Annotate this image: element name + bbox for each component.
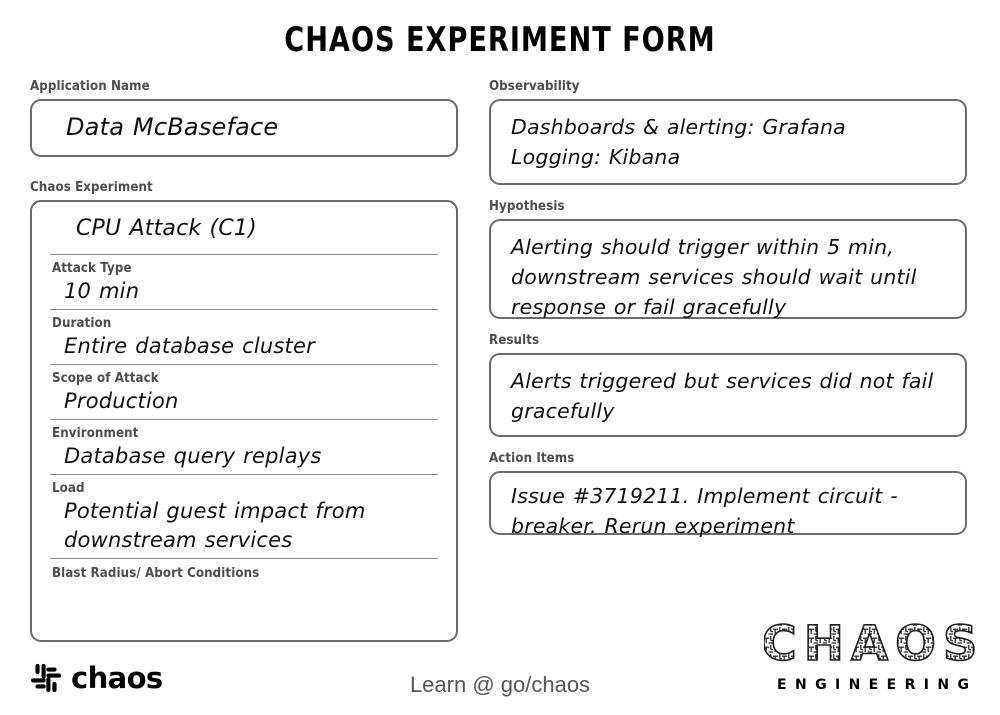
experiment-row[interactable]: Environment Database query replays — [50, 419, 438, 474]
right-column: Observability Dashboards & alerting: Gra… — [489, 78, 967, 548]
experiment-row-value: Potential guest impact from downstream s… — [64, 499, 366, 553]
experiment-row[interactable]: Attack Type 10 min — [50, 254, 438, 309]
action-items-field: Action Items Issue #3719211. Implement c… — [489, 450, 967, 538]
chaos-engineering-logo: CHAOS CHAOS ENGINEERING — [764, 618, 982, 693]
results-value: Alerts triggered but services did not fa… — [511, 369, 934, 423]
chaos-experiment-card[interactable]: CPU Attack (C1) Attack Type 10 min Durat… — [30, 200, 458, 642]
experiment-row-label: Duration — [52, 315, 112, 332]
experiment-row-label: Load — [52, 480, 85, 497]
observability-field: Observability Dashboards & alerting: Gra… — [489, 78, 967, 185]
page-title: CHAOS EXPERIMENT FORM — [284, 20, 716, 60]
experiment-row-value: 10 min — [64, 279, 140, 304]
experiment-primary-row[interactable]: CPU Attack (C1) — [50, 202, 438, 254]
application-name-field: Application Name Data McBaseface — [30, 78, 458, 157]
action-items-input[interactable]: Issue #3719211. Implement circuit - brea… — [489, 471, 967, 538]
left-column: Application Name Data McBaseface Chaos E… — [30, 78, 458, 642]
experiment-row-value: Database query replays — [64, 444, 322, 469]
experiment-row[interactable]: Scope of Attack Production — [50, 364, 438, 419]
engineering-subtitle: ENGINEERING — [776, 677, 978, 693]
application-name-label: Application Name — [30, 78, 150, 94]
experiment-row-blast-radius[interactable]: Blast Radius/ Abort Conditions — [50, 558, 438, 581]
hypothesis-label: Hypothesis — [489, 198, 565, 214]
experiment-row-value: Production — [64, 389, 179, 414]
experiment-row-label: Scope of Attack — [52, 370, 159, 387]
observability-line: Dashboards & alerting: Grafana — [511, 115, 846, 139]
experiment-row[interactable]: Duration Entire database cluster — [50, 309, 438, 364]
observability-label: Observability — [489, 78, 580, 94]
hypothesis-field: Hypothesis Alerting should trigger withi… — [489, 198, 967, 319]
results-field: Results Alerts triggered but services di… — [489, 332, 967, 437]
application-name-input[interactable]: Data McBaseface — [30, 99, 458, 157]
chaos-maze-title-icon: CHAOS CHAOS — [764, 618, 982, 670]
chaos-experiment-label: Chaos Experiment — [30, 179, 153, 195]
results-label: Results — [489, 332, 540, 348]
experiment-row-label: Attack Type — [52, 260, 132, 277]
experiment-row-value: Entire database cluster — [64, 334, 315, 359]
hypothesis-value: Alerting should trigger within 5 min, do… — [511, 235, 917, 319]
experiment-primary-value: CPU Attack (C1) — [76, 216, 257, 241]
chaos-experiment-field: Chaos Experiment CPU Attack (C1) Attack … — [30, 179, 458, 642]
experiment-row-label: Environment — [52, 425, 139, 442]
hypothesis-input[interactable]: Alerting should trigger within 5 min, do… — [489, 219, 967, 319]
action-items-value: Issue #3719211. Implement circuit - brea… — [511, 484, 898, 538]
experiment-row[interactable]: Load Potential guest impact from downstr… — [50, 474, 438, 558]
results-input[interactable]: Alerts triggered but services did not fa… — [489, 353, 967, 437]
experiment-row-label: Blast Radius/ Abort Conditions — [52, 565, 260, 582]
chaos-title-outline: CHAOS — [764, 618, 982, 670]
observability-input[interactable]: Dashboards & alerting: Grafana Logging: … — [489, 99, 967, 185]
observability-line: Logging: Kibana — [511, 144, 681, 169]
action-items-label: Action Items — [489, 450, 575, 466]
application-name-value: Data McBaseface — [66, 113, 279, 142]
